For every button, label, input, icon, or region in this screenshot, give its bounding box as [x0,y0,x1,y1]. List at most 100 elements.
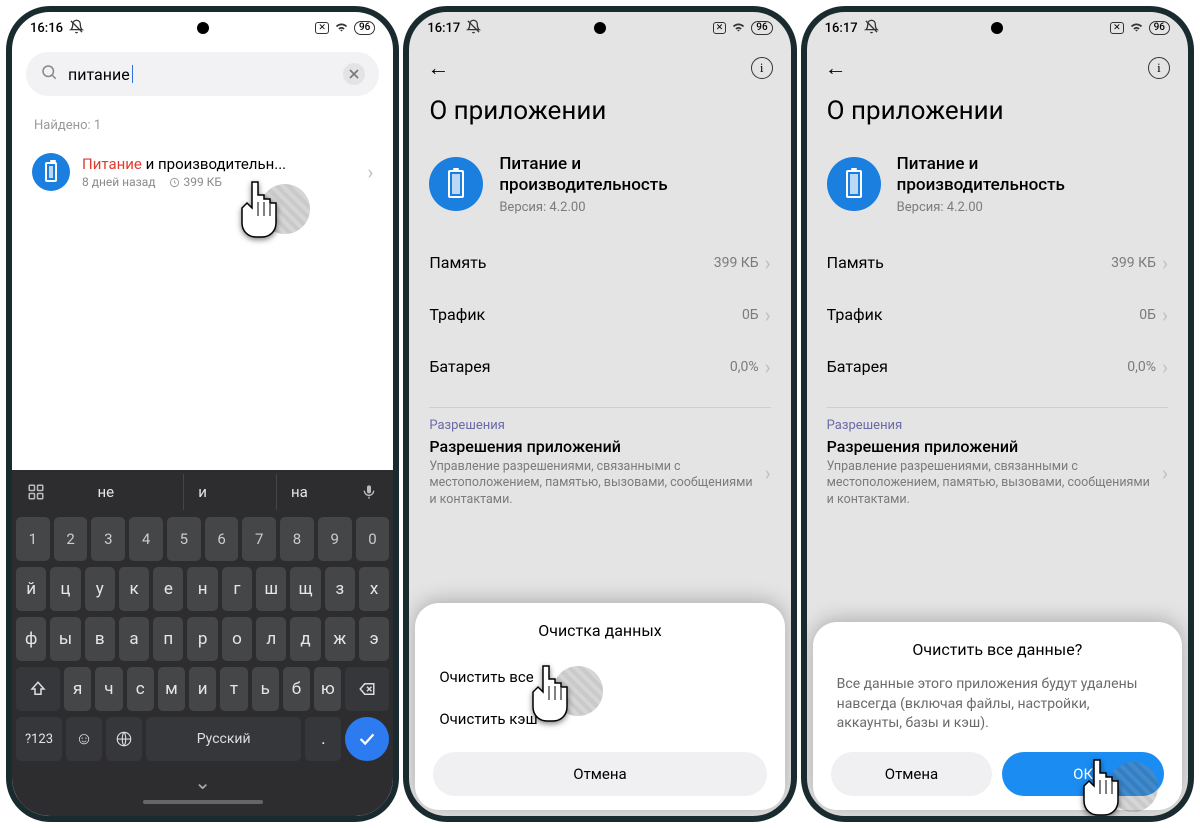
key[interactable]: к [119,567,149,611]
key[interactable]: е [153,567,183,611]
key[interactable]: р [187,617,217,661]
home-indicator[interactable] [143,800,263,804]
key[interactable]: ф [16,617,46,661]
language-key[interactable] [106,717,142,761]
keyboard-number-row: 1 2 3 4 5 6 7 8 9 0 [12,514,393,564]
suggestion-word[interactable]: не [84,474,129,510]
wifi-icon [334,19,349,38]
key[interactable]: т [220,667,247,711]
on-screen-keyboard[interactable]: не и на 1 2 3 4 5 6 7 8 9 0 й ц у к е [12,470,393,816]
traffic-row[interactable]: Трафик0Б› [409,289,790,341]
suggestion-word[interactable]: и [183,474,221,510]
camera-hole [197,22,209,34]
battery-value: 0,0% [1127,359,1156,375]
clear-search-button[interactable] [343,63,365,85]
key[interactable]: и [189,667,216,711]
key[interactable]: п [153,617,183,661]
search-result-row[interactable]: Питание и производительн... 8 дней назад… [26,143,379,201]
camera-hole [991,22,1003,34]
key[interactable]: ч [95,667,122,711]
app-permissions-row[interactable]: Разрешения приложений Управление разреше… [409,433,790,520]
clear-cache-option[interactable]: Очистить кэш [433,698,766,740]
key[interactable]: щ [290,567,320,611]
key[interactable]: ь [252,667,279,711]
period-key[interactable]: . [305,717,341,761]
chevron-right-icon: › [1162,355,1168,379]
permissions-desc: Управление разрешениями, связанными с ме… [429,459,754,510]
search-bar[interactable]: питание [26,52,379,96]
hide-keyboard-button[interactable]: ⌄ [12,764,393,794]
key[interactable]: ш [256,567,286,611]
key[interactable]: й [16,567,46,611]
key[interactable]: ж [325,617,355,661]
search-input[interactable]: питание [68,65,333,84]
key[interactable]: ц [50,567,80,611]
key[interactable]: у [85,567,115,611]
key[interactable]: 2 [54,517,88,561]
backspace-key[interactable] [345,667,389,711]
key[interactable]: 8 [280,517,314,561]
bell-off-icon [864,19,879,38]
status-time: 16:17 [825,21,858,36]
key[interactable]: г [222,567,252,611]
status-time: 16:17 [427,21,460,36]
app-header: Питание и производительность Версия: 4.2… [807,144,1188,237]
key[interactable]: ю [314,667,341,711]
key[interactable]: э [359,617,389,661]
permissions-desc: Управление разрешениями, связанными с ме… [827,459,1152,510]
key[interactable]: л [256,617,286,661]
chevron-right-icon: › [367,160,373,184]
app-permissions-row[interactable]: Разрешения приложений Управление разреше… [807,433,1188,520]
key[interactable]: с [127,667,154,711]
suggestion-word[interactable]: на [276,474,322,510]
key[interactable]: 3 [91,517,125,561]
spacebar-key[interactable]: Русский [146,717,301,761]
key[interactable]: о [222,617,252,661]
battery-icon [448,170,464,198]
key[interactable]: н [187,567,217,611]
app-name-line2: производительность [897,175,1065,196]
symbols-key[interactable]: ?123 [16,717,62,761]
result-highlight: Питание [82,155,142,173]
sheet-title: Очистить все данные? [831,640,1164,659]
key[interactable]: з [325,567,355,611]
key[interactable]: б [283,667,310,711]
key[interactable]: м [158,667,185,711]
key[interactable]: я [64,667,91,711]
back-button[interactable]: ← [825,55,847,81]
key[interactable]: а [119,617,149,661]
storage-row[interactable]: Память399 КБ› [409,237,790,289]
enter-key[interactable] [345,717,389,761]
info-button[interactable]: i [751,57,773,79]
keyboard-letter-row-2: ф ы в а п р о л д ж э [12,614,393,664]
key[interactable]: в [85,617,115,661]
key[interactable]: д [290,617,320,661]
key[interactable]: 4 [129,517,163,561]
cancel-button[interactable]: Отмена [831,752,993,796]
key[interactable]: 5 [167,517,201,561]
keyboard-indicator-icon: ✕ [713,22,727,34]
battery-row[interactable]: Батарея0,0%› [807,341,1188,393]
emoji-key[interactable]: ☺ [66,717,102,761]
back-button[interactable]: ← [427,55,449,81]
key[interactable]: ы [50,617,80,661]
key[interactable]: 0 [356,517,390,561]
key[interactable]: 6 [205,517,239,561]
chevron-right-icon: › [765,303,771,327]
sheet-title: Очистка данных [433,621,766,640]
keyboard-tools-icon[interactable] [16,474,56,510]
storage-row[interactable]: Память399 КБ› [807,237,1188,289]
key[interactable]: 1 [16,517,50,561]
traffic-row[interactable]: Трафик0Б› [807,289,1188,341]
info-button[interactable]: i [1148,57,1170,79]
key[interactable]: х [359,567,389,611]
result-rest: и производительн... [142,155,286,173]
shift-key[interactable] [16,667,60,711]
page-title: О приложении [409,92,790,144]
battery-row[interactable]: Батарея0,0%› [409,341,790,393]
clear-data-sheet: Очистка данных Очистить все Очистить кэш… [415,603,784,810]
microphone-icon[interactable] [349,474,389,510]
cancel-button[interactable]: Отмена [433,752,766,796]
key[interactable]: 7 [242,517,276,561]
key[interactable]: 9 [318,517,352,561]
